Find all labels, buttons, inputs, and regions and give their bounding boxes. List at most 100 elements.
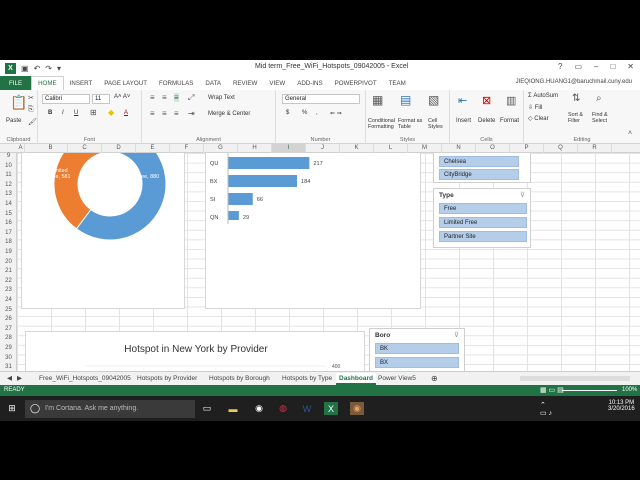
slicer-item-free[interactable]: Free	[439, 203, 527, 214]
column-header-e[interactable]: E	[136, 144, 170, 153]
column-header-c[interactable]: C	[68, 144, 102, 153]
delete-button[interactable]: Delete	[478, 118, 495, 124]
slicer-item-bx[interactable]: BX	[375, 357, 459, 368]
ribbon-display-icon[interactable]: ▭	[574, 62, 582, 71]
sheet-tab-by-borough[interactable]: Hotspots by Borough	[206, 373, 273, 385]
tray-icons[interactable]: ⌃ ▭ ♪	[540, 402, 554, 417]
clear-button[interactable]: ◇ Clear	[528, 115, 549, 122]
column-header-l[interactable]: L	[374, 144, 408, 153]
zoom-slider[interactable]	[562, 390, 617, 391]
row-header-27[interactable]: 27	[0, 326, 17, 332]
slicer-item-bk[interactable]: BK	[375, 343, 459, 354]
slicer-item-partner-site[interactable]: Partner Site	[439, 231, 527, 242]
column-header-i[interactable]: I	[272, 144, 306, 153]
italic-icon[interactable]: I	[62, 110, 64, 116]
row-header-23[interactable]: 23	[0, 287, 17, 293]
grow-font-icon[interactable]: A˄ A˅	[114, 94, 130, 100]
slicer-item-citybridge[interactable]: CityBridge	[439, 169, 519, 180]
cell-styles-icon[interactable]: ▧	[428, 93, 439, 107]
column-header-d[interactable]: D	[102, 144, 136, 153]
tab-home[interactable]: HOME	[31, 76, 64, 90]
sort-filter-button[interactable]: Sort & Filter	[568, 112, 592, 124]
indent-icon[interactable]: ⇥	[188, 109, 195, 118]
tab-data[interactable]: DATA	[199, 76, 227, 90]
column-header-j[interactable]: J	[306, 144, 340, 153]
borders-icon[interactable]: ⊞	[90, 108, 97, 117]
decimal-icon[interactable]: ⇐ ⇒	[330, 110, 342, 117]
file-explorer-icon[interactable]: ▬	[226, 402, 240, 415]
worksheet-grid[interactable]: Limited Free, 581 Free, 880 QU 217 BX 184 SI…	[17, 153, 640, 378]
row-header-10[interactable]: 10	[0, 163, 17, 169]
autosum-button[interactable]: Σ AutoSum	[528, 93, 558, 99]
tab-review[interactable]: REVIEW	[227, 76, 263, 90]
new-sheet-icon[interactable]: ⊕	[428, 373, 441, 385]
row-header-30[interactable]: 30	[0, 355, 17, 361]
bold-icon[interactable]: B	[48, 110, 52, 116]
column-header-g[interactable]: G	[204, 144, 238, 153]
task-view-icon[interactable]: ▭	[200, 402, 214, 415]
row-header-17[interactable]: 17	[0, 230, 17, 236]
column-header-r[interactable]: R	[578, 144, 612, 153]
sheet-nav-next-icon[interactable]: ▶	[14, 373, 25, 385]
row-header-28[interactable]: 28	[0, 335, 17, 341]
row-header-22[interactable]: 22	[0, 278, 17, 284]
recorder-icon[interactable]: ◉	[350, 402, 364, 415]
column-header-f[interactable]: F	[170, 144, 204, 153]
sheet-tab-by-provider[interactable]: Hotspots by Provider	[134, 373, 200, 385]
merge-center-button[interactable]: Merge & Center	[208, 111, 250, 117]
clear-filter-icon[interactable]: ⊽	[520, 191, 525, 199]
row-header-11[interactable]: 11	[0, 172, 17, 178]
row-header-12[interactable]: 12	[0, 182, 17, 188]
align-bottom-icon[interactable]: ≡	[174, 93, 179, 102]
undo-icon[interactable]: ↶	[34, 64, 41, 73]
conditional-formatting-icon[interactable]: ▦	[372, 93, 383, 107]
start-icon[interactable]: ⊞	[5, 402, 19, 415]
column-header-q[interactable]: Q	[544, 144, 578, 153]
tab-add-ins[interactable]: ADD-INS	[291, 76, 328, 90]
currency-icon[interactable]: $	[286, 110, 289, 116]
sheet-tab-data[interactable]: Free_WiFi_Hotspots_09042005	[36, 373, 134, 385]
tab-file[interactable]: FILE	[0, 76, 32, 90]
donut-chart-panel[interactable]: Limited Free, 581 Free, 880	[21, 153, 185, 309]
slicer-item-chelsea[interactable]: Chelsea	[439, 156, 519, 167]
clock[interactable]: 10:13 PM 3/20/2016	[608, 400, 635, 412]
conditional-formatting-button[interactable]: Conditional Formatting	[368, 118, 398, 130]
sheet-tab-power-view[interactable]: Power View5	[375, 373, 419, 385]
paste-icon[interactable]: 📋	[10, 94, 27, 111]
comma-icon[interactable]: ,	[316, 110, 318, 116]
word-icon[interactable]: W	[300, 402, 314, 415]
align-middle-icon[interactable]: ≡	[162, 93, 167, 102]
cut-icon[interactable]: ✂	[28, 94, 34, 102]
column-header-p[interactable]: P	[510, 144, 544, 153]
column-header-h[interactable]: H	[238, 144, 272, 153]
row-header-14[interactable]: 14	[0, 201, 17, 207]
row-header-21[interactable]: 21	[0, 268, 17, 274]
find-select-button[interactable]: Find & Select	[592, 112, 616, 124]
format-as-table-button[interactable]: Format as Table	[398, 118, 426, 130]
format-button[interactable]: Format	[500, 118, 519, 124]
insert-cells-icon[interactable]: ⇤	[458, 94, 467, 107]
copy-icon[interactable]: ⎘	[28, 106, 34, 114]
number-format-select[interactable]: General	[282, 94, 360, 104]
zoom-level[interactable]: 100%	[622, 387, 637, 393]
minimize-icon[interactable]: –	[594, 62, 598, 71]
column-header-o[interactable]: O	[476, 144, 510, 153]
column-header-m[interactable]: M	[408, 144, 442, 153]
tab-insert[interactable]: INSERT	[64, 76, 99, 90]
borough-bar-chart-panel[interactable]: QU 217 BX 184 SI 66 QN 29	[205, 153, 421, 309]
collapse-ribbon-icon[interactable]: ˄	[628, 130, 632, 137]
slicer-item-limited-free[interactable]: Limited Free	[439, 217, 527, 228]
sheet-tab-by-type[interactable]: Hotspots by Type	[279, 373, 335, 385]
row-header-9[interactable]: 9	[0, 153, 17, 159]
column-header-n[interactable]: N	[442, 144, 476, 153]
horizontal-scrollbar[interactable]	[520, 376, 630, 381]
delete-cells-icon[interactable]: ⊠	[482, 94, 491, 107]
orientation-icon[interactable]: ⤢	[188, 93, 194, 103]
app-icon[interactable]: ◉	[252, 402, 266, 415]
clear-filter-icon[interactable]: ⊽	[454, 331, 459, 339]
align-left-icon[interactable]: ≡	[150, 109, 155, 118]
font-color-icon[interactable]: A	[124, 110, 128, 116]
user-account[interactable]: JIEQIONG.HUANG1@baruchmail.cuny.edu	[516, 79, 632, 85]
wrap-text-button[interactable]: Wrap Text	[208, 95, 235, 101]
tab-team[interactable]: TEAM	[383, 76, 412, 90]
